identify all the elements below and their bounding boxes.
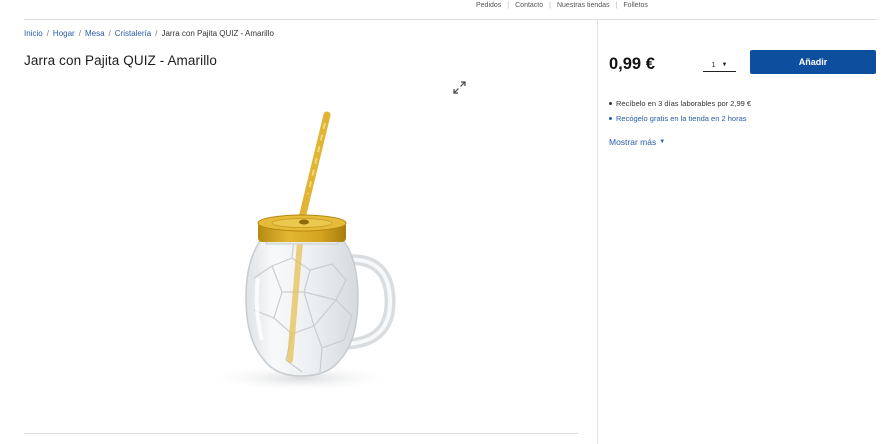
breadcrumb-mesa[interactable]: Mesa [85,29,105,38]
content-divider [24,433,578,434]
breadcrumb-separator: / [46,29,49,38]
quantity-value: 1 [711,61,716,69]
show-more-label: Mostrar más [609,137,657,147]
product-title: Jarra con Pajita QUIZ - Amarillo [24,53,218,68]
top-nav: Pedidos | Contacto | Nuestras tiendas | … [470,0,654,10]
breadcrumb: Inicio / Hogar / Mesa / Cristalería / Ja… [24,29,274,38]
mason-jar-illustration [126,78,472,418]
store-pickup-info[interactable]: Recógelo gratis en la tienda en 2 horas [609,114,747,123]
home-delivery-info: Recíbelo en 3 días laborables por 2,99 € [609,99,751,108]
bullet-icon [609,117,612,120]
caret-down-icon: ▼ [721,62,728,68]
sidebar-divider [597,20,598,444]
quantity-select[interactable]: 1 ▼ [703,59,736,72]
breadcrumb-current: Jarra con Pajita QUIZ - Amarillo [161,29,274,38]
expand-arrows-icon[interactable] [453,81,466,94]
show-more-link[interactable]: Mostrar más ▼ [609,137,665,147]
product-price: 0,99 € [609,55,655,73]
add-to-cart-button[interactable]: Añadir [750,50,876,74]
breadcrumb-hogar[interactable]: Hogar [53,29,75,38]
top-nav-contacto[interactable]: Contacto [509,2,549,9]
header-divider [24,19,877,20]
top-nav-pedidos[interactable]: Pedidos [470,2,507,9]
breadcrumb-inicio[interactable]: Inicio [24,29,43,38]
top-nav-tiendas[interactable]: Nuestras tiendas [551,2,616,9]
bullet-icon [609,102,612,105]
top-nav-folletos[interactable]: Folletos [617,2,654,9]
product-image[interactable] [126,78,472,418]
store-pickup-text[interactable]: Recógelo gratis en la tienda en 2 horas [616,114,747,123]
breadcrumb-separator: / [155,29,158,38]
breadcrumb-cristaleria[interactable]: Cristalería [115,29,151,38]
breadcrumb-separator: / [78,29,81,38]
chevron-down-icon: ▼ [659,139,666,145]
breadcrumb-separator: / [108,29,111,38]
home-delivery-text: Recíbelo en 3 días laborables por 2,99 € [616,99,752,108]
